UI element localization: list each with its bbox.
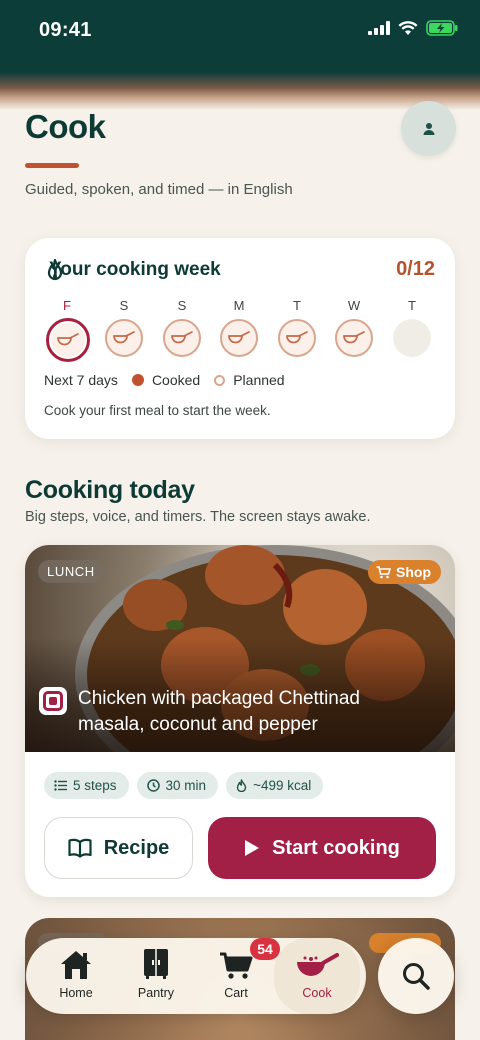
tab-bar: Home Pantry Cart 54 Cook (26, 938, 366, 1014)
day-label: F (63, 298, 71, 313)
cart-icon (376, 565, 391, 578)
steps-pill: 5 steps (44, 772, 129, 799)
day-circle[interactable] (105, 319, 143, 357)
list-icon (54, 780, 67, 791)
cart-icon (220, 952, 253, 979)
pan-icon (228, 331, 250, 344)
play-icon (245, 840, 260, 856)
search-button[interactable] (378, 938, 454, 1014)
day-label: T (293, 298, 301, 313)
recipe-card[interactable]: LUNCH Shop Chicken with packaged Chettin… (25, 545, 455, 897)
planned-dot-icon (214, 374, 226, 386)
tab-cart-label: Cart (224, 986, 248, 1000)
status-icons (368, 20, 458, 36)
recipe-badge-icon (39, 687, 67, 715)
day-circle-today[interactable] (46, 318, 90, 362)
start-cooking-label: Start cooking (272, 836, 400, 859)
week-legend: Next 7 days Cooked Planned (44, 372, 285, 388)
pan-icon (113, 331, 135, 344)
title-underline (25, 163, 79, 168)
signal-icon (368, 21, 390, 35)
status-time: 09:41 (39, 19, 92, 41)
flame-icon (236, 779, 247, 792)
start-cooking-button[interactable]: Start cooking (208, 817, 436, 879)
pantry-icon (144, 949, 168, 979)
legend-planned: Planned (233, 372, 285, 388)
recipe-button-label: Recipe (103, 836, 170, 859)
pan-icon (343, 331, 365, 344)
tab-pantry[interactable]: Pantry (120, 938, 192, 1014)
shop-label: Shop (396, 564, 431, 580)
day-circle[interactable] (163, 319, 201, 357)
time-pill: 30 min (136, 772, 219, 799)
recipe-name: Chicken with packaged Chettinad masala, … (78, 688, 361, 735)
pan-icon (57, 333, 79, 346)
cooked-dot-icon (131, 374, 144, 386)
kcal-pill: ~499 kcal (226, 772, 324, 799)
status-bar: 09:41 (0, 0, 480, 110)
day-circle[interactable] (220, 319, 258, 357)
day-label: T (408, 298, 416, 313)
tab-home[interactable]: Home (40, 938, 112, 1014)
section-title: Cooking today (25, 476, 195, 504)
day-circle-empty[interactable] (393, 319, 431, 357)
battery-charging-icon (426, 20, 458, 36)
pan-icon (286, 331, 308, 344)
week-count: 0/12 (396, 258, 435, 280)
day-circle[interactable] (335, 319, 373, 357)
tab-cook-label: Cook (302, 986, 332, 1000)
day-label: S (119, 298, 129, 313)
day-label: W (347, 298, 361, 313)
shop-chip[interactable]: Shop (368, 560, 441, 584)
tab-home-label: Home (59, 986, 93, 1000)
home-icon (61, 951, 91, 979)
meal-chip: LUNCH (38, 560, 104, 583)
day-label: M (233, 298, 245, 313)
day-label: S (177, 298, 187, 313)
wifi-icon (398, 20, 418, 35)
section-subtitle: Big steps, voice, and timers. The screen… (25, 509, 371, 525)
book-icon (68, 838, 92, 858)
page-title: Cook (25, 108, 106, 145)
week-title: Your cooking week (49, 259, 221, 280)
food-image[interactable]: LUNCH Shop Chicken with packaged Chettin… (25, 545, 455, 752)
tab-pantry-label: Pantry (137, 986, 175, 1000)
legend-cooked: Cooked (151, 372, 201, 388)
legend-range: Next 7 days (44, 372, 118, 388)
steps-label: 5 steps (73, 778, 117, 793)
kcal-label: ~499 kcal (253, 778, 312, 793)
person-icon (423, 122, 434, 135)
profile-button[interactable] (401, 101, 456, 156)
tab-cook[interactable]: Cook (274, 938, 360, 1014)
clock-icon (146, 779, 160, 792)
recipe-meta: 5 steps 30 min ~499 kcal (44, 772, 324, 799)
recipe-button[interactable]: Recipe (44, 817, 193, 879)
day-circle[interactable] (278, 319, 316, 357)
page-subtitle: Guided, spoken, and timed — in English (25, 181, 293, 198)
cook-pan-icon (297, 953, 339, 976)
cart-badge: 54 (250, 938, 280, 960)
search-icon (403, 963, 430, 990)
week-note: Cook your first meal to start the week. (44, 403, 271, 418)
time-label: 30 min (165, 778, 207, 793)
pan-icon (171, 331, 193, 344)
